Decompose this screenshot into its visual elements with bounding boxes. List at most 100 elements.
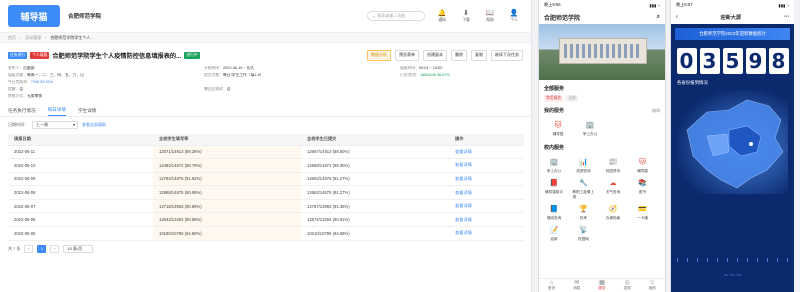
cell-op[interactable]: 查看详情: [449, 172, 524, 187]
type-tag: 个人填报: [30, 51, 50, 59]
service-item[interactable]: ☁ 天气查询: [602, 177, 624, 200]
service-item[interactable]: 🐱 辅导猫: [632, 156, 654, 174]
service-label: 迎新: [550, 237, 558, 241]
date-select-value: 上一周: [36, 121, 48, 127]
tabbar-message[interactable]: ✉ 消息: [573, 280, 580, 291]
edit-link[interactable]: 编辑: [652, 108, 660, 114]
cell-date: 2022-06-07: [8, 199, 153, 214]
download-icon: ⬇: [463, 9, 469, 17]
cell-rate: 10180/10795 (94.60%): [153, 226, 301, 241]
service-item[interactable]: 🏢 掌上办公: [543, 156, 565, 174]
chip-all[interactable]: 全部: [566, 95, 578, 102]
info-value: 每周一、二、三、四、五、六、日: [26, 73, 84, 77]
tool-book[interactable]: 📖 帮助: [481, 10, 499, 23]
service-item[interactable]: 📡 校园网: [573, 224, 595, 242]
screen-header: ‹ 迎新大屏 ⋯: [671, 10, 794, 24]
action-button-0[interactable]: 数据分析: [367, 49, 391, 61]
breadcrumb: 首页 / 活动管理 / 合肥师范学院学生个人...: [0, 33, 531, 43]
task-info: 发布人：后勤部 开始时间：2022-06-19 ~ 长久 填报时间：00:01 ~ …: [0, 63, 531, 102]
info-value: 否: [19, 87, 24, 91]
tool-user[interactable]: 👤 个人: [505, 10, 523, 23]
tabbar-home[interactable]: ⌂ 首页: [548, 280, 555, 291]
service-item[interactable]: 📰 校园资讯: [602, 156, 624, 174]
service-item[interactable]: 📚 图书: [632, 177, 654, 200]
service-item[interactable]: 🧭 办事指南: [602, 203, 624, 221]
date-select[interactable]: 上一周 ▾: [32, 120, 78, 129]
cell-op[interactable]: 查看详情: [449, 212, 524, 228]
more-icon[interactable]: ⋯: [784, 14, 789, 20]
info-key: 已交/应交：: [400, 73, 421, 77]
tabbar-service[interactable]: ▦ 服务: [598, 280, 605, 291]
service-item[interactable]: 🔧 教职工疫情上报: [573, 177, 595, 200]
info-value: 2022-06-19 ~ 长久: [222, 66, 255, 70]
back-icon[interactable]: ‹: [676, 14, 678, 20]
search-icon: ⌕: [373, 13, 376, 19]
daily-table: 填报日期 全校学生填写率 全校学生已提交 操作 2022-06-11 12571/…: [8, 134, 524, 241]
service-label: 辅导猫: [637, 169, 648, 173]
tool-label: 个人: [510, 17, 518, 22]
counter-digit: 3: [699, 48, 720, 74]
action-button-2[interactable]: 创建副本: [423, 49, 447, 61]
cell-op[interactable]: 查看详情: [449, 226, 524, 241]
search-icon[interactable]: ⌕: [657, 14, 660, 21]
cell-done: 10210/10795 (94.58%): [301, 226, 449, 241]
info-item: 撤回后修改：否: [204, 87, 400, 92]
service-item[interactable]: 💳 一卡通: [632, 203, 654, 221]
action-button-1[interactable]: 预览表单: [395, 49, 419, 61]
book-icon: 📚: [638, 180, 647, 187]
table-row: 2022-06-05 10180/10795 (94.60%) 10210/1079…: [8, 226, 524, 241]
search-input[interactable]: ⌕ 搜索或输入功能: [367, 11, 425, 21]
cell-op[interactable]: 查看详情: [449, 185, 524, 200]
card-icon: 💳: [638, 206, 647, 213]
tab-2[interactable]: 学生详情: [78, 108, 96, 116]
action-button-5[interactable]: 继续下次任务: [491, 49, 523, 61]
next-page-button[interactable]: ›: [50, 244, 60, 253]
page-size-select[interactable]: 10 条/页: [63, 244, 94, 253]
tab-0[interactable]: 任务执行情况: [8, 108, 36, 116]
pagination: 共 7 条 ‹ 1 › 10 条/页: [0, 241, 531, 257]
service-item[interactable]: 📝 迎新: [543, 224, 565, 242]
tabbar-me[interactable]: ☺ 我的: [649, 280, 656, 291]
breadcrumb-item[interactable]: 首页: [8, 35, 16, 41]
cell-op[interactable]: 查看详情: [449, 145, 524, 160]
reg-icon: 📝: [549, 227, 559, 234]
tabbar-label: 我的: [648, 286, 656, 290]
cell-done: 12662/14875 (91.27%): [301, 185, 449, 200]
service-item[interactable]: 🐱 辅导猫: [547, 119, 569, 137]
tab-1[interactable]: 每日详情: [47, 107, 66, 116]
library-icon: 📘: [549, 206, 559, 213]
cell-done: 12697/14913 (88.60%): [301, 145, 449, 160]
tabbar-label: 发现: [623, 286, 631, 290]
cell-date: 2022-06-10: [8, 158, 153, 173]
service-item[interactable]: 🏢 掌上办公: [579, 119, 601, 137]
tool-bell[interactable]: 🔔 通知: [433, 10, 451, 23]
timeline-axis: [677, 258, 788, 264]
info-key: 今日完成率：: [8, 80, 31, 84]
cell-rate: 12968/14875 (90.99%): [153, 185, 301, 200]
service-item[interactable]: 📕 辅导猫助手: [543, 177, 565, 200]
page-1-button[interactable]: 1: [37, 244, 47, 253]
tool-download[interactable]: ⬇ 下载: [457, 10, 475, 23]
counter-digit: 9: [745, 48, 766, 74]
action-button-4[interactable]: 复制: [471, 49, 487, 61]
info-value: 7948 83.32%: [30, 80, 54, 84]
view-all-link[interactable]: 查看全部填报: [82, 122, 106, 128]
guide-icon: 🧭: [608, 206, 618, 213]
service-item[interactable]: 📊 成绩查询: [573, 156, 595, 174]
search-placeholder: 搜索或输入功能: [377, 13, 406, 18]
tabbar-discover[interactable]: ◎ 发现: [624, 280, 631, 291]
breadcrumb-item[interactable]: 活动管理: [25, 35, 41, 41]
chip-common[interactable]: 常用服务: [544, 95, 564, 102]
app-logo[interactable]: 辅导猫: [8, 5, 60, 27]
action-button-3[interactable]: 删除: [451, 49, 467, 61]
prev-page-button[interactable]: ‹: [24, 244, 34, 253]
table-row: 2022-06-07 12718/13993 (90.89%) 12787/1399…: [8, 199, 524, 214]
date-filter: 日期时间： 上一周 ▾ 查看全部填报: [0, 117, 531, 132]
info-value: 无需审核: [26, 94, 43, 98]
cell-op[interactable]: 查看详情: [449, 199, 524, 214]
cell-op[interactable]: 查看详情: [449, 158, 524, 173]
bell-icon: 🔔: [437, 9, 447, 17]
cell-rate: 12484/14872 (88.79%): [153, 158, 301, 173]
service-item[interactable]: 📘 借阅查询: [543, 203, 565, 221]
service-item[interactable]: 🏆 校考: [573, 203, 595, 221]
